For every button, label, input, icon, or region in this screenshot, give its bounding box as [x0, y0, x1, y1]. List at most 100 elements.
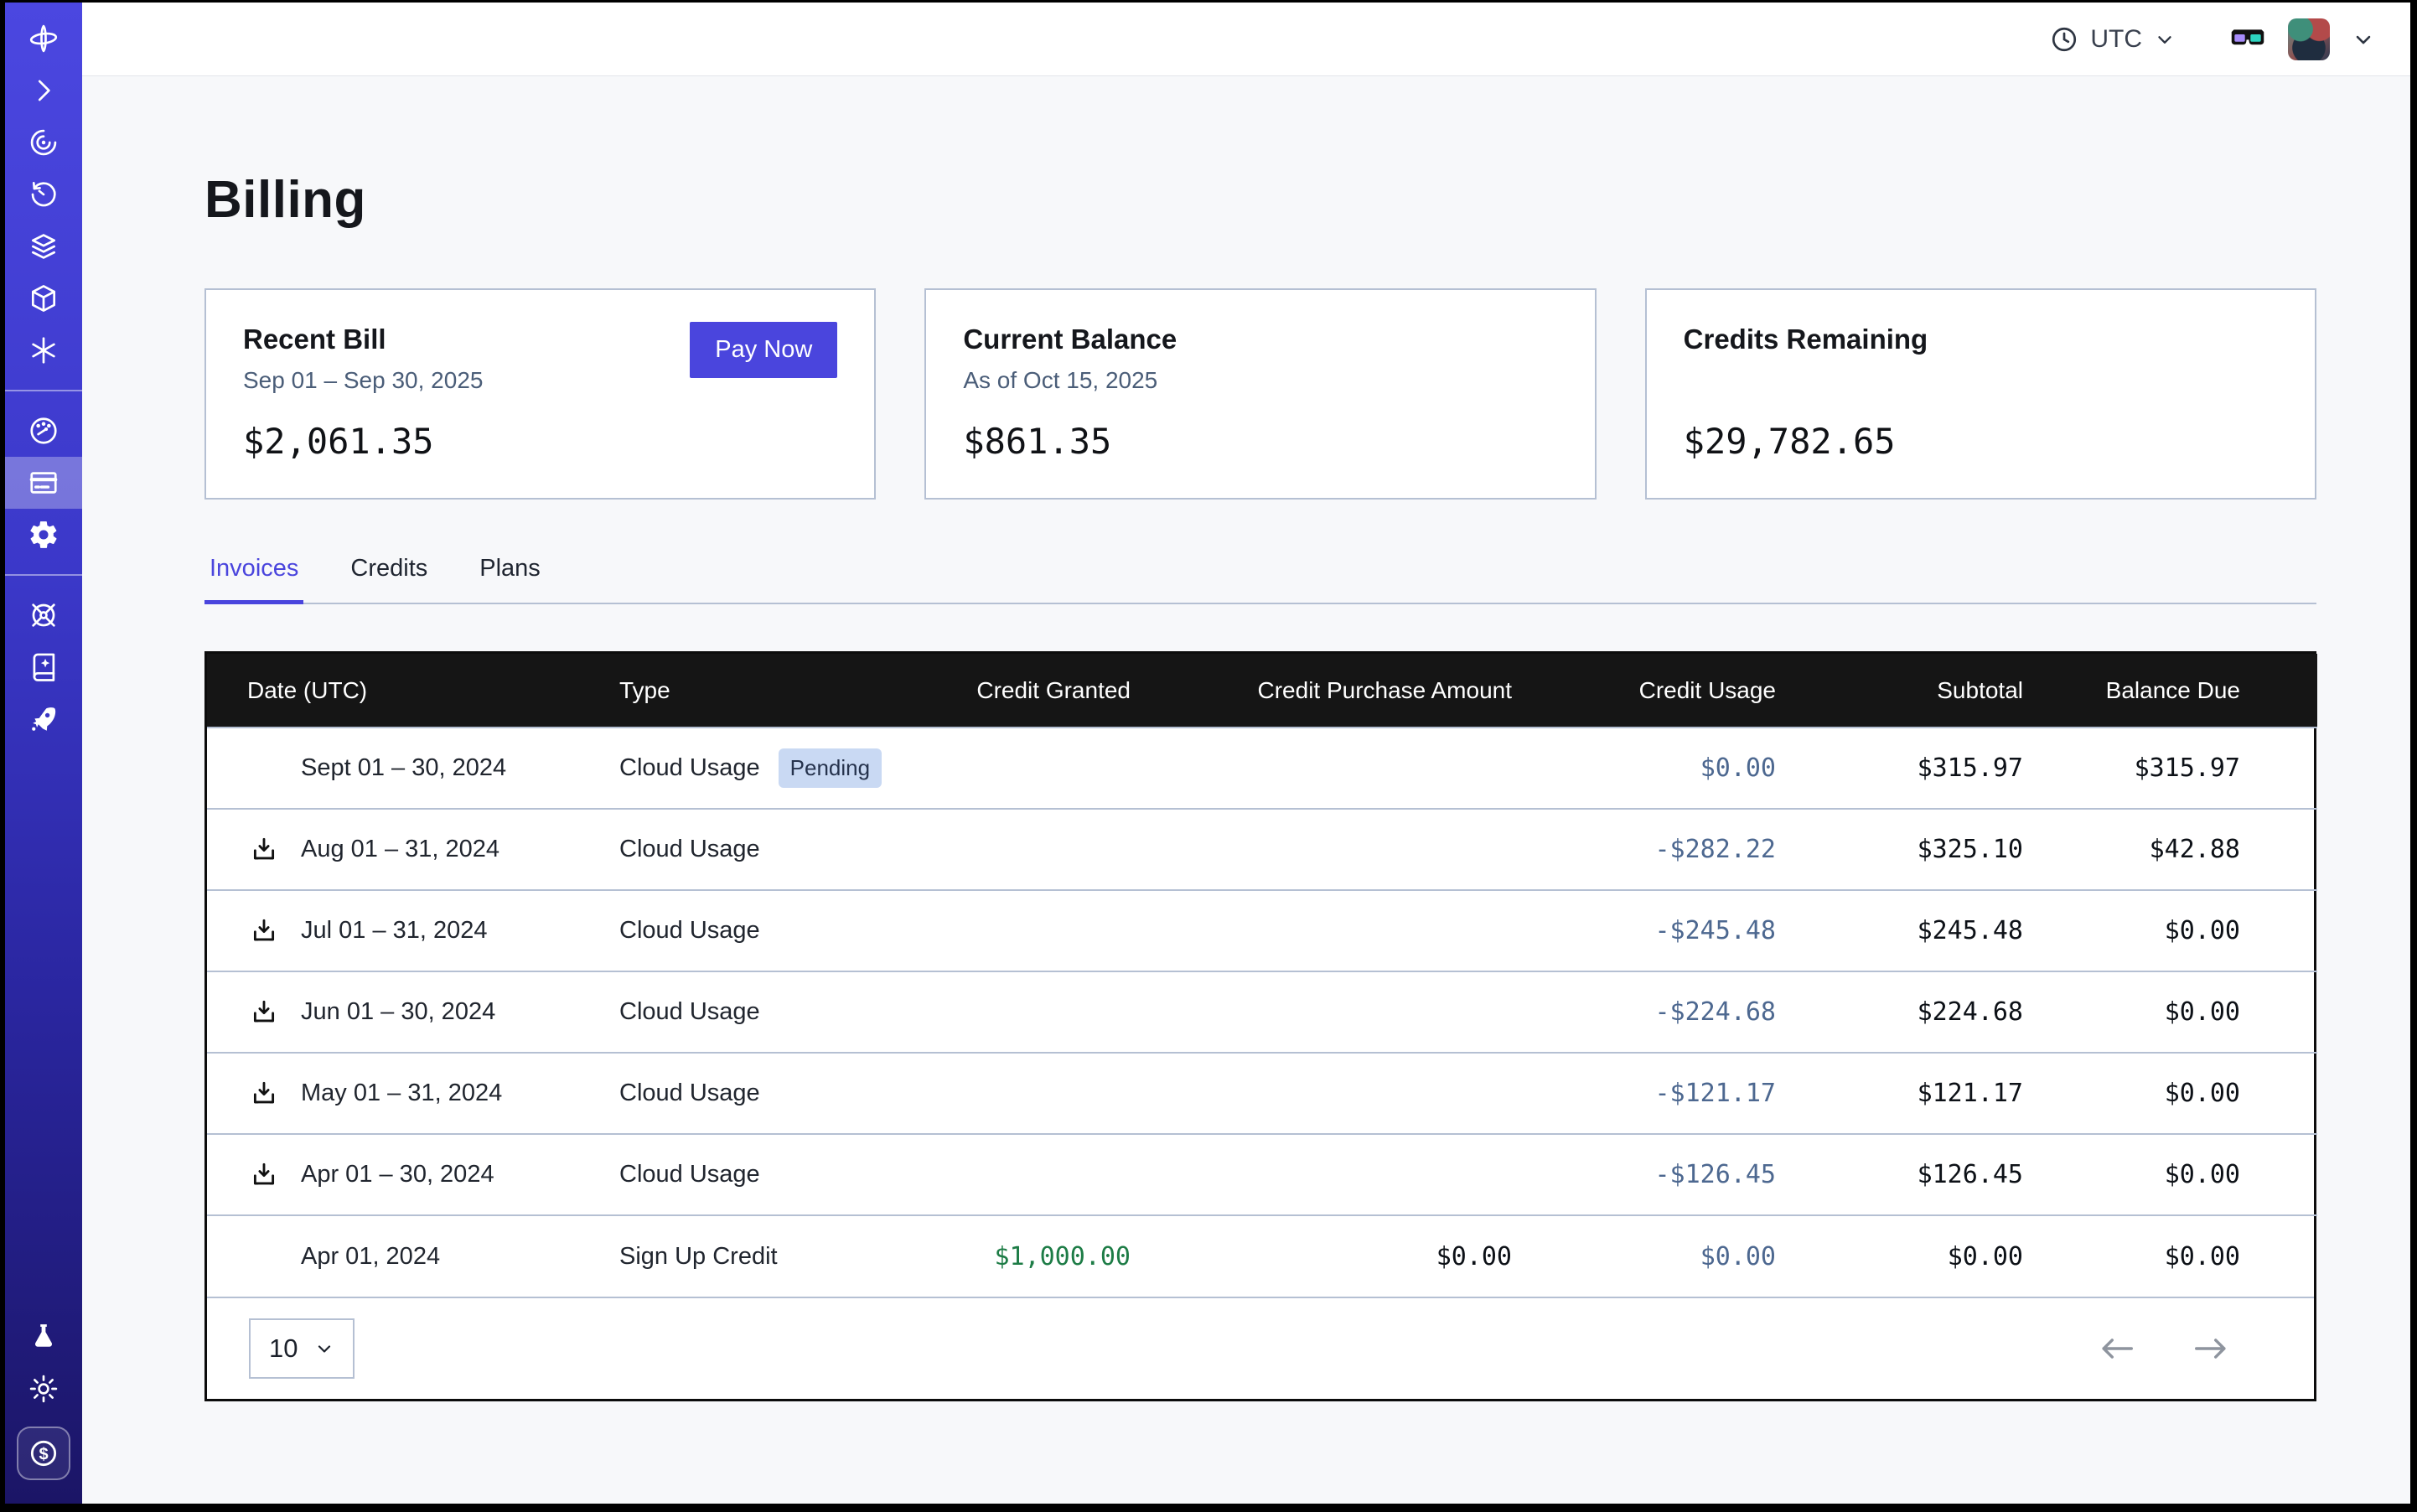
balance-due: $0.00: [2023, 890, 2317, 971]
user-avatar[interactable]: [2288, 18, 2330, 60]
credit-purchase: $0.00: [1131, 1215, 1512, 1297]
invoice-type: Cloud Usage: [619, 917, 760, 945]
rocket-icon[interactable]: [5, 693, 82, 745]
cube-icon[interactable]: [5, 272, 82, 324]
subtotal: $126.45: [1776, 1134, 2023, 1215]
tab-credits[interactable]: Credits: [345, 555, 432, 603]
gear-icon[interactable]: [5, 509, 82, 561]
balance-due: $315.97: [2023, 728, 2317, 809]
history-timer-icon[interactable]: [5, 168, 82, 220]
table-row: Apr 01, 2024 Sign Up Credit $1,000.00 $0…: [207, 1215, 2317, 1297]
current-balance-card: Current Balance As of Oct 15, 2025 $861.…: [924, 288, 1596, 500]
subtotal: $0.00: [1776, 1215, 2023, 1297]
credit-granted: [913, 809, 1131, 890]
page-size-select[interactable]: 10: [249, 1318, 355, 1379]
timezone-selector[interactable]: UTC: [2050, 25, 2176, 54]
account-menu-toggle[interactable]: [2352, 28, 2375, 51]
prev-page-button[interactable]: [2098, 1335, 2136, 1362]
download-invoice-button[interactable]: [247, 996, 281, 1029]
layers-icon[interactable]: [5, 220, 82, 272]
download-icon: [250, 836, 278, 864]
table-row: Sept 01 – 30, 2024 Cloud UsagePending $0…: [207, 728, 2317, 809]
credit-granted: [913, 890, 1131, 971]
helm-wheel-icon[interactable]: [5, 589, 82, 641]
chevron-right-icon[interactable]: [5, 65, 82, 117]
invoice-type: Cloud Usage: [619, 836, 760, 863]
invoice-type: Sign Up Credit: [619, 1243, 778, 1271]
sun-icon[interactable]: [5, 1363, 82, 1415]
next-page-button[interactable]: [2192, 1335, 2230, 1362]
credit-usage: -$282.22: [1512, 809, 1776, 890]
invoice-date: Apr 01, 2024: [301, 1243, 440, 1271]
chevron-down-icon: [314, 1339, 334, 1359]
3d-glasses-icon[interactable]: [2229, 25, 2266, 54]
sidebar-item-billing[interactable]: [5, 457, 82, 509]
credit-granted: [913, 1134, 1131, 1215]
topbar: UTC: [82, 3, 2410, 76]
tab-invoices[interactable]: Invoices: [204, 555, 303, 603]
col-subtotal: Subtotal: [1776, 654, 2023, 728]
card-amount: $861.35: [963, 421, 1557, 462]
subtotal: $315.97: [1776, 728, 2023, 809]
col-credit-usage: Credit Usage: [1512, 654, 1776, 728]
flask-icon[interactable]: [5, 1311, 82, 1363]
sidebar-divider: [5, 574, 82, 576]
subtotal: $121.17: [1776, 1053, 2023, 1134]
scan-spiral-icon[interactable]: [5, 117, 82, 168]
card-title: Current Balance: [963, 324, 1557, 355]
table-header-row: Date (UTC) Type Credit Granted Credit Pu…: [207, 654, 2317, 728]
invoices-table: Date (UTC) Type Credit Granted Credit Pu…: [207, 654, 2317, 1297]
asterisk-icon[interactable]: [5, 324, 82, 376]
billing-page: Billing Recent Bill Sep 01 – Sep 30, 202…: [82, 76, 2410, 1504]
chevron-down-icon: [2154, 28, 2176, 50]
credit-granted: [913, 1053, 1131, 1134]
balance-due: $0.00: [2023, 1053, 2317, 1134]
billing-tabs: Invoices Credits Plans: [204, 555, 2316, 604]
col-balance-due: Balance Due: [2023, 654, 2317, 728]
dollar-badge-icon[interactable]: $: [17, 1427, 70, 1480]
credit-granted: [913, 971, 1131, 1053]
download-invoice-button[interactable]: [247, 914, 281, 948]
col-credit-granted: Credit Granted: [913, 654, 1131, 728]
page-size-value: 10: [269, 1333, 298, 1364]
sidebar-divider: [5, 390, 82, 391]
invoice-date: Jun 01 – 30, 2024: [301, 998, 495, 1026]
credit-usage: -$126.45: [1512, 1134, 1776, 1215]
card-title: Credits Remaining: [1684, 324, 2278, 355]
invoice-type: Cloud Usage: [619, 754, 760, 782]
table-row: Jun 01 – 30, 2024 Cloud Usage -$224.68 $…: [207, 971, 2317, 1053]
download-icon: [250, 1161, 278, 1189]
download-invoice-button[interactable]: [247, 1077, 281, 1111]
credit-purchase: [1131, 1053, 1512, 1134]
invoice-date: Apr 01 – 30, 2024: [301, 1161, 494, 1188]
recent-bill-card: Recent Bill Sep 01 – Sep 30, 2025 $2,061…: [204, 288, 876, 500]
table-row: Aug 01 – 31, 2024 Cloud Usage -$282.22 $…: [207, 809, 2317, 890]
gauge-icon[interactable]: [5, 405, 82, 457]
table-row: May 01 – 31, 2024 Cloud Usage -$121.17 $…: [207, 1053, 2317, 1134]
credit-purchase: [1131, 809, 1512, 890]
credit-card-icon: [28, 467, 60, 499]
card-amount: $29,782.65: [1684, 421, 2278, 462]
credit-usage: -$121.17: [1512, 1053, 1776, 1134]
chevron-down-icon: [2352, 28, 2375, 51]
col-credit-purchase: Credit Purchase Amount: [1131, 654, 1512, 728]
subtotal: $245.48: [1776, 890, 2023, 971]
book-sparkle-icon[interactable]: [5, 641, 82, 693]
balance-due: $0.00: [2023, 1134, 2317, 1215]
credit-purchase: [1131, 1134, 1512, 1215]
logo-orbit-icon[interactable]: [5, 13, 82, 65]
invoice-date: May 01 – 31, 2024: [301, 1080, 502, 1107]
credit-usage: $0.00: [1512, 1215, 1776, 1297]
pay-now-button[interactable]: Pay Now: [690, 322, 837, 378]
invoice-type: Cloud Usage: [619, 1080, 760, 1107]
credit-purchase: [1131, 971, 1512, 1053]
download-invoice-button[interactable]: [247, 1158, 281, 1192]
card-subtitle: As of Oct 15, 2025: [963, 367, 1557, 396]
app-window: $ UTC Billing Recent Bill Sep 01 – Sep 3…: [0, 0, 2417, 1512]
tab-plans[interactable]: Plans: [474, 555, 546, 603]
invoice-date: Sept 01 – 30, 2024: [301, 754, 506, 782]
balance-due: $0.00: [2023, 971, 2317, 1053]
download-invoice-button[interactable]: [247, 833, 281, 867]
page-title: Billing: [204, 170, 2316, 230]
invoice-type: Cloud Usage: [619, 998, 760, 1026]
